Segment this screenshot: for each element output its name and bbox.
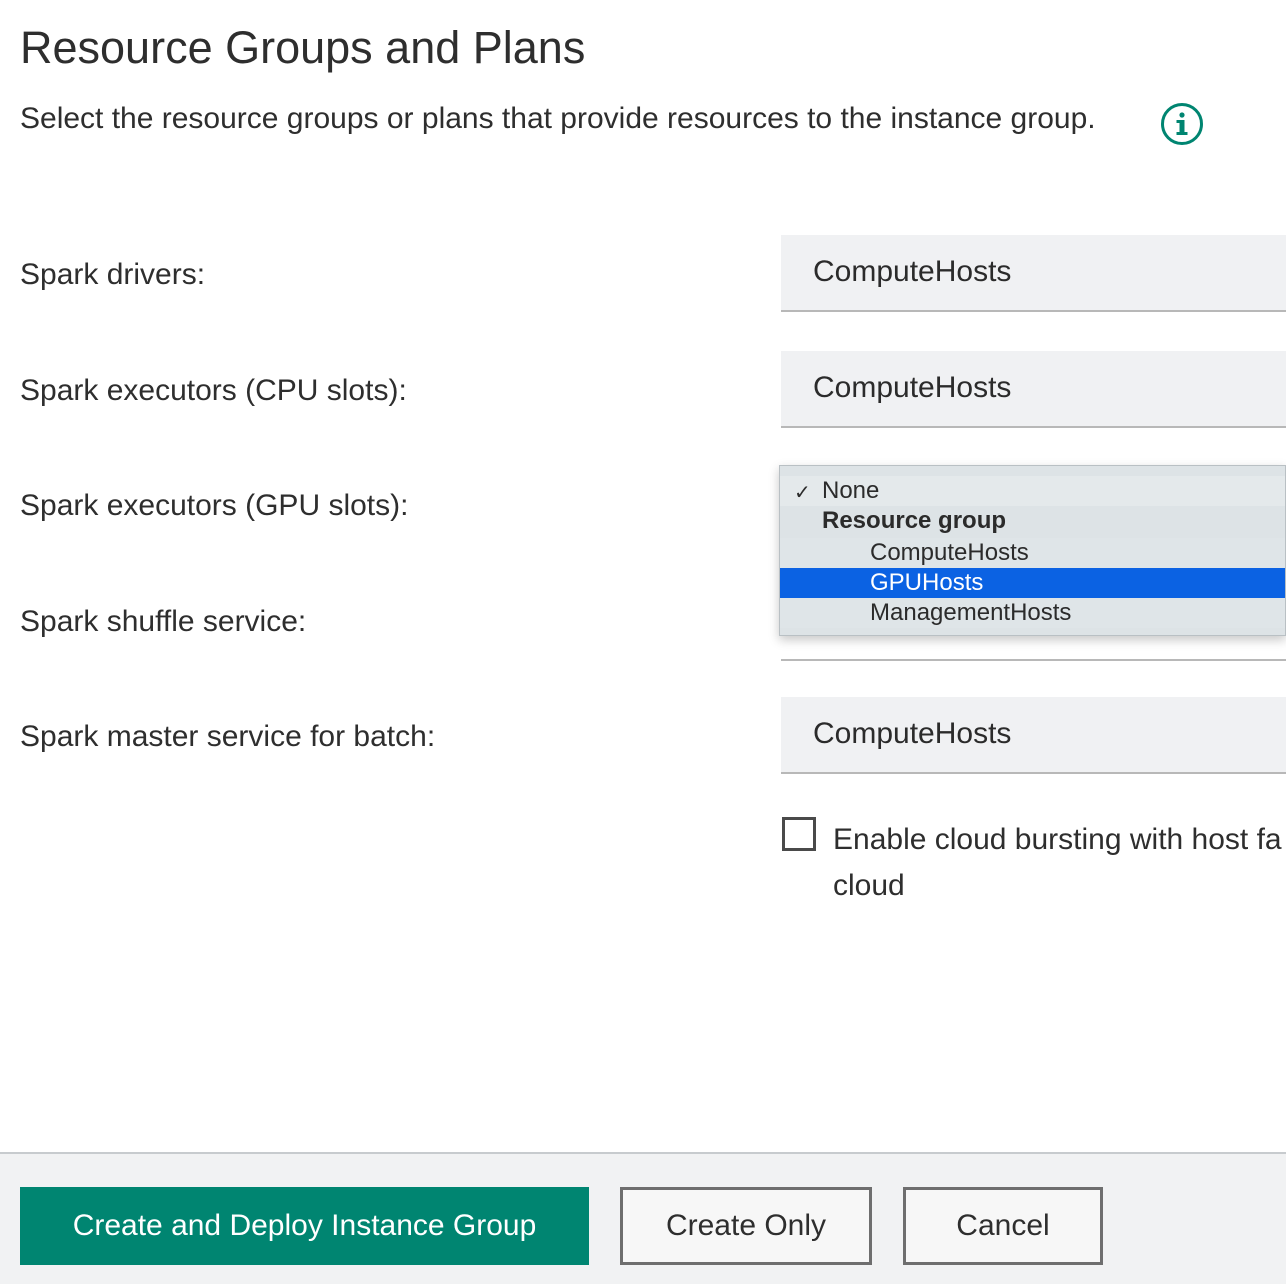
select-value: ComputeHosts <box>813 717 1012 750</box>
group-label: Resource group <box>822 507 1007 534</box>
spark-executors-cpu-label: Spark executors (CPU slots): <box>20 374 407 407</box>
dropdown-option-computehosts[interactable]: ComputeHosts <box>780 538 1285 568</box>
option-label: ComputeHosts <box>870 539 1029 566</box>
create-only-button[interactable]: Create Only <box>620 1187 872 1265</box>
dropdown-option-managementhosts[interactable]: ManagementHosts <box>780 598 1285 628</box>
dropdown-option-gpuhosts[interactable]: GPUHosts <box>780 568 1285 598</box>
option-label: ManagementHosts <box>870 599 1072 626</box>
gpu-slots-dropdown-menu[interactable]: ✓ None Resource group ComputeHosts GPUHo… <box>779 465 1286 636</box>
info-icon[interactable] <box>1160 102 1204 146</box>
select-value: ComputeHosts <box>813 255 1012 288</box>
cloud-bursting-label: Enable cloud bursting with host fa cloud <box>833 823 1282 902</box>
select-value: ComputeHosts <box>813 371 1012 404</box>
option-label: None <box>822 477 880 504</box>
page-title: Resource Groups and Plans <box>20 22 586 73</box>
spark-master-batch-label: Spark master service for batch: <box>20 720 436 753</box>
checkmark-icon: ✓ <box>794 482 811 504</box>
spark-drivers-select[interactable]: ComputeHosts <box>781 235 1286 312</box>
spark-drivers-label: Spark drivers: <box>20 258 206 291</box>
spark-master-batch-select[interactable]: ComputeHosts <box>781 697 1286 774</box>
option-label: GPUHosts <box>870 569 984 596</box>
cloud-bursting-checkbox[interactable] <box>782 817 816 851</box>
cancel-button[interactable]: Cancel <box>903 1187 1103 1265</box>
dropdown-group-header: Resource group <box>780 506 1285 536</box>
spark-shuffle-service-label: Spark shuffle service: <box>20 605 307 638</box>
create-and-deploy-button[interactable]: Create and Deploy Instance Group <box>20 1187 589 1265</box>
spark-executors-gpu-label: Spark executors (GPU slots): <box>20 489 409 522</box>
page-subtitle: Select the resource groups or plans that… <box>20 102 1096 135</box>
shuffle-select-underline <box>781 659 1286 661</box>
spark-executors-cpu-select[interactable]: ComputeHosts <box>781 351 1286 428</box>
dropdown-option-none[interactable]: ✓ None <box>780 476 1285 506</box>
